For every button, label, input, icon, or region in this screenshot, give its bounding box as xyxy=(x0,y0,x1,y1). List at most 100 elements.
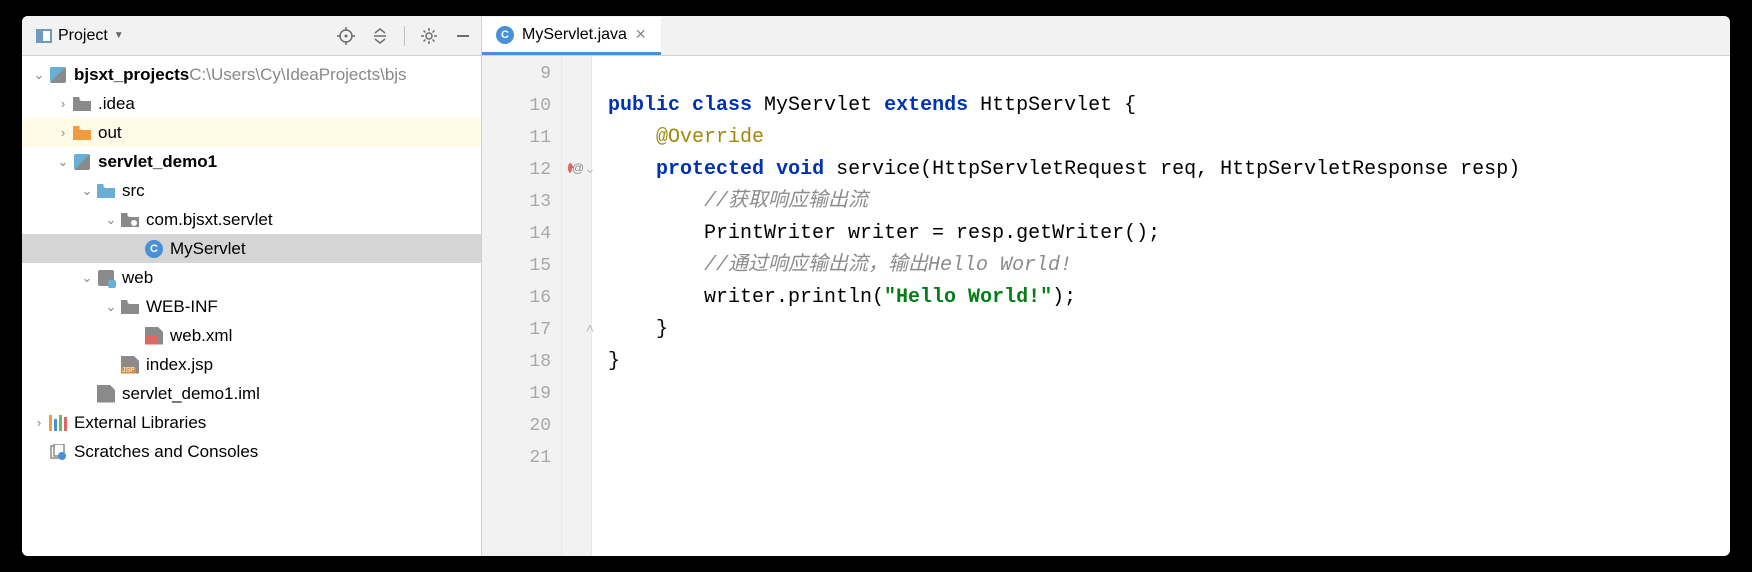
line-number: 18 xyxy=(482,346,561,378)
package-icon xyxy=(120,211,140,229)
hide-icon[interactable] xyxy=(453,26,473,46)
tree-myservlet[interactable]: · C MyServlet xyxy=(22,234,481,263)
tab-bar: C MyServlet.java ✕ xyxy=(482,16,1730,56)
tree-label: MyServlet xyxy=(170,239,246,259)
fold-end-icon[interactable]: ˄ xyxy=(582,320,598,336)
toolbar-divider xyxy=(404,26,405,46)
expand-arrow-icon[interactable]: › xyxy=(54,96,72,111)
tree-iml[interactable]: · servlet_demo1.iml xyxy=(22,379,481,408)
editor-area: C MyServlet.java ✕ 9 10 11 12 13 14 15 1… xyxy=(482,16,1730,556)
project-icon xyxy=(36,29,52,43)
code-line: protected void service(HttpServletReques… xyxy=(608,154,1714,186)
expand-arrow-icon[interactable]: ⌄ xyxy=(78,183,96,199)
library-icon xyxy=(48,414,68,432)
code-line: PrintWriter writer = resp.getWriter(); xyxy=(608,218,1714,250)
tree-idea[interactable]: › .idea xyxy=(22,89,481,118)
tree-src[interactable]: ⌄ src xyxy=(22,176,481,205)
folder-icon xyxy=(96,182,116,200)
tree-label: web xyxy=(122,268,153,288)
module-icon xyxy=(48,66,68,84)
code-line: } xyxy=(608,314,1714,346)
class-icon: C xyxy=(144,240,164,258)
tree-label: web.xml xyxy=(170,326,232,346)
tree-webxml[interactable]: · web.xml xyxy=(22,321,481,350)
module-icon xyxy=(72,153,92,171)
code-line: //获取响应输出流 xyxy=(608,186,1714,218)
jsp-file-icon xyxy=(120,356,140,374)
tree-scratches[interactable]: · Scratches and Consoles xyxy=(22,437,481,466)
project-tree[interactable]: ⌄ bjsxt_projects C:\Users\Cy\IdeaProject… xyxy=(22,56,481,556)
tree-servlet-demo[interactable]: ⌄ servlet_demo1 xyxy=(22,147,481,176)
tree-web[interactable]: ⌄ web xyxy=(22,263,481,292)
line-number: 19 xyxy=(482,378,561,410)
expand-arrow-icon[interactable]: ⌄ xyxy=(30,67,48,83)
tree-external-libs[interactable]: › External Libraries xyxy=(22,408,481,437)
code-line: @Override xyxy=(608,122,1714,154)
expand-arrow-icon[interactable]: › xyxy=(30,415,48,430)
folder-icon xyxy=(72,124,92,142)
code-line xyxy=(608,58,1714,90)
code-area[interactable]: public class MyServlet extends HttpServl… xyxy=(592,56,1730,556)
tree-label: index.jsp xyxy=(146,355,213,375)
expand-arrow-icon[interactable]: ⌄ xyxy=(78,270,96,286)
expand-all-icon[interactable] xyxy=(370,26,390,46)
tab-myservlet[interactable]: C MyServlet.java ✕ xyxy=(482,17,661,55)
web-folder-icon xyxy=(96,269,116,287)
dropdown-arrow-icon: ▼ xyxy=(114,30,124,41)
fold-start-icon[interactable]: ⌄ xyxy=(582,160,598,176)
tree-package[interactable]: ⌄ com.bjsxt.servlet xyxy=(22,205,481,234)
line-number: 13 xyxy=(482,186,561,218)
close-icon[interactable]: ✕ xyxy=(635,26,647,43)
iml-file-icon xyxy=(96,385,116,403)
gutter-annotations: @ ⌄ ˄ xyxy=(562,56,592,556)
line-number: 20 xyxy=(482,410,561,442)
gear-icon[interactable] xyxy=(419,26,439,46)
tree-label: bjsxt_projects xyxy=(74,65,189,85)
expand-arrow-icon[interactable]: › xyxy=(54,125,72,140)
tree-out[interactable]: › out xyxy=(22,118,481,147)
sidebar-header: Project ▼ xyxy=(22,16,481,56)
folder-icon xyxy=(72,95,92,113)
gutter[interactable]: 9 10 11 12 13 14 15 16 17 18 19 20 21 xyxy=(482,56,562,556)
locate-icon[interactable] xyxy=(336,26,356,46)
tree-label: src xyxy=(122,181,145,201)
editor-body: 9 10 11 12 13 14 15 16 17 18 19 20 21 @ … xyxy=(482,56,1730,556)
code-line: } xyxy=(608,346,1714,378)
project-tool-button[interactable]: Project ▼ xyxy=(30,25,130,47)
tree-label: out xyxy=(98,123,122,143)
tree-indexjsp[interactable]: · index.jsp xyxy=(22,350,481,379)
line-number: 21 xyxy=(482,442,561,474)
tree-path: C:\Users\Cy\IdeaProjects\bjs xyxy=(189,65,406,85)
code-line: public class MyServlet extends HttpServl… xyxy=(608,90,1714,122)
line-number: 15 xyxy=(482,250,561,282)
line-number: 10 xyxy=(482,90,561,122)
tree-label: External Libraries xyxy=(74,413,206,433)
sidebar-toolbar xyxy=(336,26,473,46)
tree-label: servlet_demo1.iml xyxy=(122,384,260,404)
line-number: 14 xyxy=(482,218,561,250)
tree-label: .idea xyxy=(98,94,135,114)
project-sidebar: Project ▼ ⌄ xyxy=(22,16,482,556)
expand-arrow-icon[interactable]: ⌄ xyxy=(102,212,120,228)
code-line: //通过响应输出流，输出Hello World! xyxy=(608,250,1714,282)
scratches-icon xyxy=(48,443,68,461)
xml-file-icon xyxy=(144,327,164,345)
tree-webinf[interactable]: ⌄ WEB-INF xyxy=(22,292,481,321)
tab-label: MyServlet.java xyxy=(522,26,627,44)
expand-arrow-icon[interactable]: ⌄ xyxy=(54,154,72,170)
tree-label: Scratches and Consoles xyxy=(74,442,258,462)
line-number: 11 xyxy=(482,122,561,154)
line-number: 17 xyxy=(482,314,561,346)
tree-label: com.bjsxt.servlet xyxy=(146,210,273,230)
class-icon: C xyxy=(496,26,514,44)
project-label: Project xyxy=(58,27,108,45)
expand-arrow-icon[interactable]: ⌄ xyxy=(102,299,120,315)
ide-window: Project ▼ ⌄ xyxy=(22,16,1730,556)
line-number: 12 xyxy=(482,154,561,186)
tree-root[interactable]: ⌄ bjsxt_projects C:\Users\Cy\IdeaProject… xyxy=(22,60,481,89)
folder-icon xyxy=(120,298,140,316)
line-number: 16 xyxy=(482,282,561,314)
line-number: 9 xyxy=(482,58,561,90)
tree-label: servlet_demo1 xyxy=(98,152,217,172)
tree-label: WEB-INF xyxy=(146,297,218,317)
